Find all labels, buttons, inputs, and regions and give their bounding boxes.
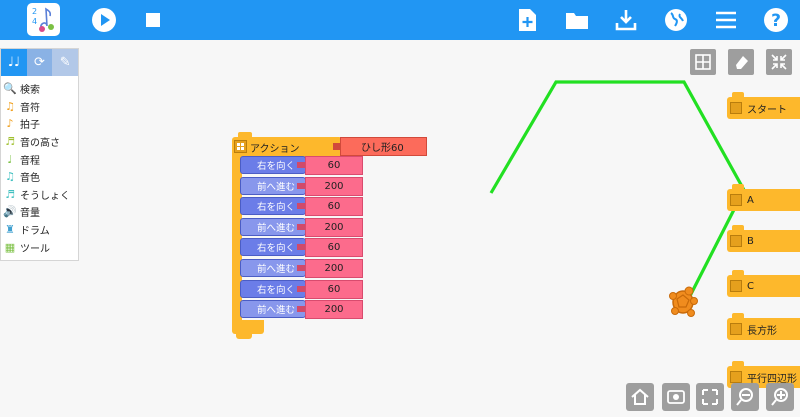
argument-value: 200 [324, 221, 344, 233]
number-argument[interactable]: 200 [305, 176, 363, 196]
argument-value: 60 [327, 283, 341, 295]
action-name-block[interactable]: ひし形60 [340, 137, 427, 156]
home-icon [631, 388, 649, 405]
turtle-trail [489, 80, 746, 297]
argument-connector [297, 265, 305, 271]
number-argument[interactable]: 60 [305, 279, 363, 299]
action-name: ひし形60 [361, 143, 404, 154]
argument-value: 200 [324, 263, 344, 274]
drag-handle-icon[interactable] [730, 371, 742, 383]
zoom-out-icon [736, 388, 753, 406]
command-label: 右を向く [257, 243, 296, 255]
zoom-out-button[interactable] [731, 383, 759, 411]
number-argument[interactable]: 200 [305, 259, 363, 278]
start-block-label: C [747, 280, 754, 292]
argument-value: 60 [327, 160, 341, 171]
expand-button[interactable] [696, 383, 724, 411]
command-label: 右を向く [257, 284, 296, 296]
argument-connector [297, 162, 305, 168]
expand-icon [702, 389, 718, 405]
show-hide-button[interactable] [662, 383, 690, 411]
number-argument[interactable]: 200 [305, 217, 363, 237]
drag-handle-icon[interactable] [730, 102, 742, 114]
command-label: 前へ進む [257, 264, 296, 275]
command-label: 前へ進む [257, 305, 296, 317]
start-block-label: 長方形 [747, 325, 777, 337]
argument-value: 200 [324, 304, 344, 316]
drag-handle-icon[interactable] [730, 235, 742, 247]
drag-handle-icon[interactable] [730, 194, 742, 206]
argument-connector [297, 306, 305, 313]
turtle-canvas [489, 80, 746, 297]
action-foot-notch [236, 332, 252, 339]
drag-handle-icon[interactable] [234, 140, 247, 153]
command-label: 前へ進む [257, 181, 296, 193]
command-label: 前へ進む [257, 222, 296, 234]
argument-value: 60 [327, 201, 341, 213]
zoom-in-button[interactable] [766, 383, 794, 411]
argument-connector [297, 182, 305, 189]
start-block-label: A [747, 194, 754, 206]
argument-connector [297, 203, 305, 210]
argument-connector [297, 244, 305, 251]
drag-handle-icon[interactable] [730, 323, 742, 335]
zoom-in-icon [771, 388, 788, 406]
action-block[interactable]: アクション [232, 137, 342, 157]
start-block-label: スタート [747, 104, 787, 116]
argument-connector [297, 285, 305, 292]
command-label: 右を向く [257, 202, 296, 214]
argument-connector [297, 223, 305, 230]
argument-value: 200 [324, 180, 344, 192]
action-label: アクション [250, 143, 300, 155]
drag-handle-icon[interactable] [730, 280, 742, 292]
number-argument[interactable]: 60 [305, 197, 363, 217]
home-button[interactable] [626, 383, 654, 411]
start-block-label: B [747, 235, 754, 247]
number-argument[interactable]: 200 [305, 300, 363, 320]
argument-value: 60 [327, 242, 341, 254]
command-label: 右を向く [257, 161, 296, 172]
turtle-icon[interactable] [667, 285, 699, 317]
number-argument[interactable]: 60 [305, 238, 363, 258]
number-argument[interactable]: 60 [305, 156, 363, 175]
eye-icon [667, 390, 685, 404]
